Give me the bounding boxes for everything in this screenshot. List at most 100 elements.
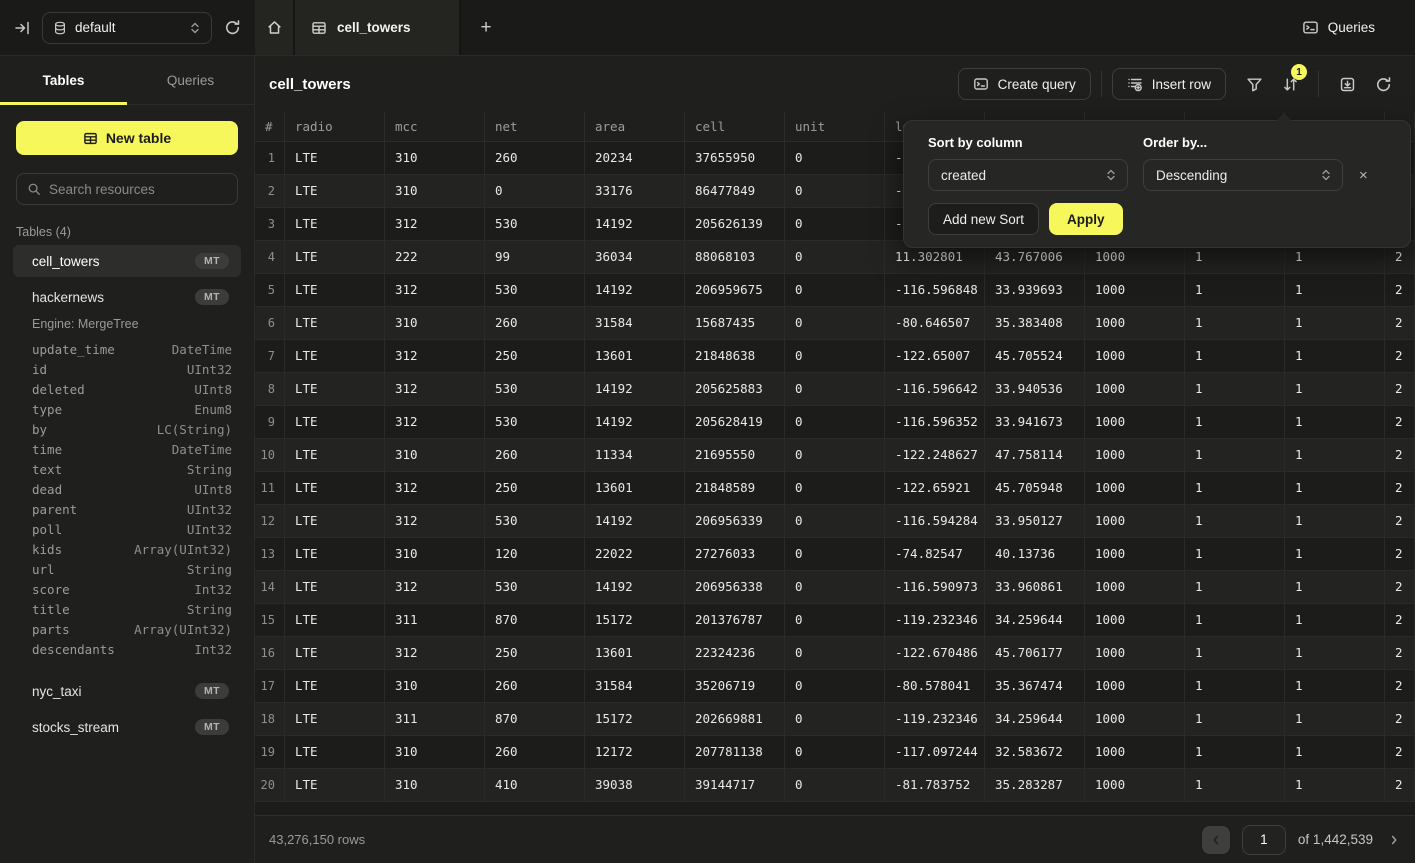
cell-area[interactable]: 33176 xyxy=(585,175,685,208)
cell-unit[interactable]: 0 xyxy=(785,340,885,373)
cell-range[interactable]: 1000 xyxy=(1085,505,1185,538)
cell-radio[interactable]: LTE xyxy=(285,241,385,274)
cell-changeable[interactable]: 1 xyxy=(1285,670,1385,703)
cell-unit[interactable]: 0 xyxy=(785,769,885,802)
cell-lat[interactable]: 45.705524 xyxy=(985,340,1085,373)
row-number[interactable]: 6 xyxy=(255,307,285,340)
cell-created[interactable]: 2 xyxy=(1385,736,1415,769)
column-header[interactable]: # xyxy=(255,112,285,142)
column-header[interactable]: radio xyxy=(285,112,385,142)
cell-changeable[interactable]: 1 xyxy=(1285,538,1385,571)
cell-mcc[interactable]: 310 xyxy=(385,736,485,769)
row-number[interactable]: 11 xyxy=(255,472,285,505)
cell-samples[interactable]: 1 xyxy=(1185,505,1285,538)
sidebar-item-stocks-stream[interactable]: stocks_stream MT xyxy=(13,711,241,743)
row-number[interactable]: 17 xyxy=(255,670,285,703)
table-row[interactable]: 19 LTE 310 260 12172 207781138 0 -117.09… xyxy=(255,736,1415,769)
table-row[interactable]: 6 LTE 310 260 31584 15687435 0 -80.64650… xyxy=(255,307,1415,340)
cell-lon[interactable]: -119.232346 xyxy=(885,703,985,736)
cell-changeable[interactable]: 1 xyxy=(1285,736,1385,769)
cell-mcc[interactable]: 312 xyxy=(385,340,485,373)
cell-lon[interactable]: -80.578041 xyxy=(885,670,985,703)
cell-changeable[interactable]: 1 xyxy=(1285,274,1385,307)
cell-lon[interactable]: -122.65007 xyxy=(885,340,985,373)
table-row[interactable]: 14 LTE 312 530 14192 206956338 0 -116.59… xyxy=(255,571,1415,604)
prev-page-button[interactable] xyxy=(1202,826,1230,854)
cell-mcc[interactable]: 312 xyxy=(385,373,485,406)
cell-cell[interactable]: 205626139 xyxy=(685,208,785,241)
cell-samples[interactable]: 1 xyxy=(1185,670,1285,703)
cell-range[interactable]: 1000 xyxy=(1085,538,1185,571)
cell-net[interactable]: 0 xyxy=(485,175,585,208)
cell-area[interactable]: 20234 xyxy=(585,142,685,175)
cell-net[interactable]: 870 xyxy=(485,703,585,736)
cell-net[interactable]: 410 xyxy=(485,769,585,802)
cell-lon[interactable]: -117.097244 xyxy=(885,736,985,769)
cell-samples[interactable]: 1 xyxy=(1185,604,1285,637)
cell-cell[interactable]: 206956338 xyxy=(685,571,785,604)
cell-mcc[interactable]: 310 xyxy=(385,670,485,703)
cell-unit[interactable]: 0 xyxy=(785,703,885,736)
cell-cell[interactable]: 202669881 xyxy=(685,703,785,736)
sort-order-select[interactable]: Descending xyxy=(1143,159,1343,191)
cell-net[interactable]: 260 xyxy=(485,439,585,472)
next-page-button[interactable] xyxy=(1387,833,1401,847)
cell-created[interactable]: 2 xyxy=(1385,538,1415,571)
cell-unit[interactable]: 0 xyxy=(785,571,885,604)
cell-lon[interactable]: -81.783752 xyxy=(885,769,985,802)
cell-cell[interactable]: 15687435 xyxy=(685,307,785,340)
cell-created[interactable]: 2 xyxy=(1385,637,1415,670)
cell-range[interactable]: 1000 xyxy=(1085,769,1185,802)
cell-changeable[interactable]: 1 xyxy=(1285,637,1385,670)
cell-area[interactable]: 31584 xyxy=(585,670,685,703)
cell-mcc[interactable]: 310 xyxy=(385,439,485,472)
cell-unit[interactable]: 0 xyxy=(785,736,885,769)
cell-unit[interactable]: 0 xyxy=(785,538,885,571)
cell-cell[interactable]: 21848589 xyxy=(685,472,785,505)
cell-lat[interactable]: 45.705948 xyxy=(985,472,1085,505)
row-number[interactable]: 5 xyxy=(255,274,285,307)
cell-mcc[interactable]: 312 xyxy=(385,637,485,670)
cell-mcc[interactable]: 310 xyxy=(385,307,485,340)
cell-changeable[interactable]: 1 xyxy=(1285,571,1385,604)
cell-mcc[interactable]: 312 xyxy=(385,406,485,439)
cell-cell[interactable]: 35206719 xyxy=(685,670,785,703)
cell-unit[interactable]: 0 xyxy=(785,274,885,307)
cell-created[interactable]: 2 xyxy=(1385,439,1415,472)
cell-changeable[interactable]: 1 xyxy=(1285,406,1385,439)
cell-radio[interactable]: LTE xyxy=(285,538,385,571)
cell-area[interactable]: 11334 xyxy=(585,439,685,472)
cell-range[interactable]: 1000 xyxy=(1085,703,1185,736)
cell-cell[interactable]: 201376787 xyxy=(685,604,785,637)
page-number-input[interactable]: 1 xyxy=(1242,825,1286,855)
cell-samples[interactable]: 1 xyxy=(1185,538,1285,571)
cell-range[interactable]: 1000 xyxy=(1085,439,1185,472)
cell-cell[interactable]: 88068103 xyxy=(685,241,785,274)
cell-radio[interactable]: LTE xyxy=(285,637,385,670)
cell-samples[interactable]: 1 xyxy=(1185,340,1285,373)
refresh-table-button[interactable] xyxy=(1365,68,1401,100)
cell-lat[interactable]: 45.706177 xyxy=(985,637,1085,670)
cell-unit[interactable]: 0 xyxy=(785,604,885,637)
cell-cell[interactable]: 27276033 xyxy=(685,538,785,571)
cell-range[interactable]: 1000 xyxy=(1085,736,1185,769)
cell-range[interactable]: 1000 xyxy=(1085,472,1185,505)
cell-radio[interactable]: LTE xyxy=(285,703,385,736)
cell-radio[interactable]: LTE xyxy=(285,571,385,604)
cell-radio[interactable]: LTE xyxy=(285,769,385,802)
cell-lat[interactable]: 33.960861 xyxy=(985,571,1085,604)
cell-created[interactable]: 2 xyxy=(1385,703,1415,736)
cell-created[interactable]: 2 xyxy=(1385,505,1415,538)
cell-cell[interactable]: 205625883 xyxy=(685,373,785,406)
cell-created[interactable]: 2 xyxy=(1385,571,1415,604)
search-input[interactable]: Search resources xyxy=(16,173,238,205)
cell-lon[interactable]: -116.596848 xyxy=(885,274,985,307)
cell-area[interactable]: 14192 xyxy=(585,571,685,604)
table-row[interactable]: 5 LTE 312 530 14192 206959675 0 -116.596… xyxy=(255,274,1415,307)
column-header[interactable]: net xyxy=(485,112,585,142)
cell-unit[interactable]: 0 xyxy=(785,175,885,208)
cell-lat[interactable]: 34.259644 xyxy=(985,703,1085,736)
cell-created[interactable]: 2 xyxy=(1385,670,1415,703)
cell-area[interactable]: 14192 xyxy=(585,505,685,538)
row-number[interactable]: 4 xyxy=(255,241,285,274)
